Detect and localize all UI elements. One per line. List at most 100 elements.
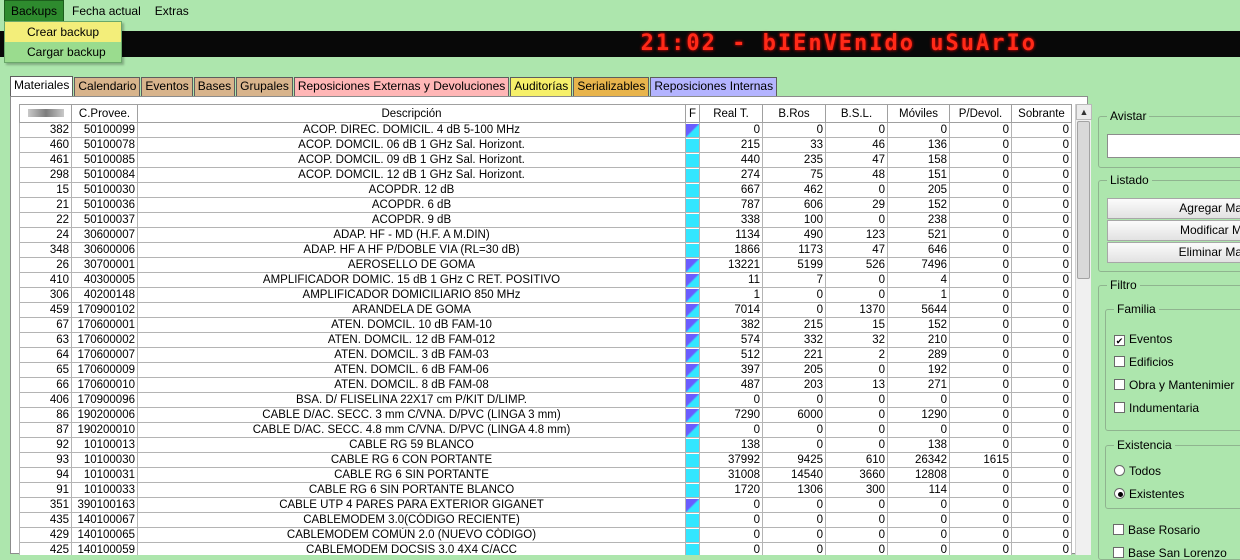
vertical-scrollbar[interactable]: ▲ [1075,104,1092,555]
familia-checkbox[interactable]: Obra y Mantenimier [1114,378,1234,392]
value-cell: 221 [762,347,826,363]
value-cell: 0 [887,497,950,513]
table-row[interactable]: 459 170900102 ARANDELA DE GOMA 7014 0 1370 564… [19,302,1072,318]
table-row[interactable]: 429 140100065 CABLEMODEM COMÚN 2.0 (NUEVO … [19,527,1072,543]
cargar-backup-item[interactable]: Cargar backup [5,42,121,62]
family-color-chip [686,438,699,452]
table-row[interactable]: 351 390100163 CABLE UTP 4 PARES PARA EXTER… [19,497,1072,513]
table-row[interactable]: 24 30600007 ADAP. HF - MD (H.F. A M.DIN) 11… [19,227,1072,243]
scroll-thumb[interactable] [1077,121,1090,279]
description-cell: ATEN. DOMCIL. 3 dB FAM-03 [137,347,686,363]
column-header[interactable]: F [685,104,700,123]
materials-table: C.Provee. Descripción F Real T. B.Ros B.S.L. M… [19,104,1072,555]
value-cell: 0 [1011,377,1072,393]
crear-backup-item[interactable]: Crear backup [5,22,121,42]
tab-serializables[interactable]: Serializables [573,77,650,96]
checkbox-icon[interactable]: ✔ [1114,335,1125,346]
table-row[interactable]: 94 10100031 CABLE RG 6 SIN PORTANTE 31008 14… [19,467,1072,483]
table-row[interactable]: 21 50100036 ACOPDR. 6 dB 787 606 29 152 0 0 [19,197,1072,213]
menu-backups[interactable]: Backups [4,0,65,22]
value-cell: 63 [19,332,72,348]
table-row[interactable]: 91 10100033 CABLE RG 6 SIN PORTANTE BLANCO… [19,482,1072,498]
checkbox-icon[interactable] [1113,547,1124,558]
tab-auditor-as[interactable]: Auditorías [510,77,573,96]
familia-checkbox[interactable]: ✔ Eventos [1114,332,1172,346]
existencia-radio[interactable]: Existentes [1114,487,1184,501]
family-color-chip [686,483,699,497]
sort-column-header[interactable] [19,104,72,123]
tab-reposiciones-externas-y-devoluciones[interactable]: Reposiciones Externas y Devoluciones [293,77,510,96]
value-cell: 0 [699,497,763,513]
eliminar-button[interactable]: Eliminar Ma [1107,242,1240,263]
table-row[interactable]: 86 190200006 CABLE D/AC. SECC. 3 mm C/VNA.… [19,407,1072,423]
table-row[interactable]: 65 170600009 ATEN. DOMCIL. 6 dB FAM-06 397 2… [19,362,1072,378]
agregar-button[interactable]: Agregar Ma [1107,198,1240,219]
radio-icon[interactable] [1114,488,1125,499]
table-row[interactable]: 461 50100085 ACOP. DOMCIL. 09 dB 1 GHz Sal… [19,152,1072,168]
avistar-input[interactable] [1107,134,1240,158]
table-row[interactable]: 63 170600002 ATEN. DOMCIL. 12 dB FAM-012 57… [19,332,1072,348]
table-row[interactable]: 64 170600007 ATEN. DOMCIL. 3 dB FAM-03 512 2… [19,347,1072,363]
value-cell: 48 [825,167,888,183]
checkbox-icon[interactable] [1114,356,1125,367]
table-row[interactable]: 306 40200148 AMPLIFICADOR DOMICILIARIO 850… [19,287,1072,303]
family-color-chip [686,288,699,302]
tab-bases[interactable]: Bases [193,77,236,96]
checkbox-icon[interactable] [1114,379,1125,390]
table-row[interactable]: 87 190200010 CABLE D/AC. SECC. 4.8 mm C/VN… [19,422,1072,438]
tab-grupales[interactable]: Grupales [236,77,293,96]
tab-eventos[interactable]: Eventos [141,77,193,96]
base-checkbox[interactable]: Base San Lorenzo [1113,546,1227,560]
value-cell: 0 [1011,137,1072,153]
table-row[interactable]: 406 170900096 BSA. D/ FLISELINA 22X17 cm P… [19,392,1072,408]
table-row[interactable]: 22 50100037 ACOPDR. 9 dB 338 100 0 238 0 0 [19,212,1072,228]
checkbox-icon[interactable] [1113,524,1124,535]
column-header[interactable]: C.Provee. [71,104,138,123]
familia-checkbox[interactable]: Edificios [1114,355,1174,369]
value-cell: 10100013 [71,437,138,453]
table-row[interactable]: 298 50100084 ACOP. DOMCIL. 12 dB 1 GHz Sal… [19,167,1072,183]
menu-extras[interactable]: Extras [149,1,195,21]
table-row[interactable]: 15 50100030 ACOPDR. 12 dB 667 462 0 205 0 0 [19,182,1072,198]
existencia-radio[interactable]: Todos [1114,464,1161,478]
table-row[interactable]: 382 50100099 ACOP. DIREC. DOMICIL. 4 dB 5-… [19,122,1072,138]
led-banner: 21:02 - bIEnVEnIdo uSuArIo [0,31,1240,57]
menu-fecha-actual[interactable]: Fecha actual [66,1,147,21]
table-row[interactable]: 425 140100059 CABLEMODEM DOCSIS 3.0 4X4 C/… [19,542,1072,555]
value-cell: 0 [887,422,950,438]
value-cell: 238 [887,212,950,228]
value-cell: 5644 [887,302,950,318]
table-row[interactable]: 66 170600010 ATEN. DOMCIL. 8 dB FAM-08 487 2… [19,377,1072,393]
familia-checkbox[interactable]: Indumentaria [1114,401,1199,415]
table-row[interactable]: 92 10100013 CABLE RG 59 BLANCO 138 0 0 138 0 0 [19,437,1072,453]
tab-calendario[interactable]: Calendario [74,77,141,96]
table-row[interactable]: 435 140100067 CABLEMODEM 3.0(CÓDIGO RECIEN… [19,512,1072,528]
value-cell: 0 [949,167,1012,183]
table-row[interactable]: 93 10100030 CABLE RG 6 CON PORTANTE 37992 94… [19,452,1072,468]
column-header[interactable]: Descripción [137,104,686,123]
value-cell: 0 [949,242,1012,258]
value-cell: 0 [1011,347,1072,363]
table-row[interactable]: 410 40300005 AMPLIFICADOR DOMIC. 15 dB 1 G… [19,272,1072,288]
checkbox-icon[interactable] [1114,402,1125,413]
family-color-cell [685,137,700,153]
column-header[interactable]: Sobrante [1011,104,1072,123]
value-cell: 91 [19,482,72,498]
table-row[interactable]: 26 30700001 AEROSELLO DE GOMA 13221 5199 526 7… [19,257,1072,273]
column-header[interactable]: Real T. [699,104,763,123]
table-row[interactable]: 348 30600006 ADAP. HF A HF P/DOBLE VIA (RL… [19,242,1072,258]
column-header[interactable]: P/Devol. [949,104,1012,123]
value-cell: 0 [825,542,888,555]
column-header[interactable]: B.S.L. [825,104,888,123]
scroll-up-arrow-icon[interactable]: ▲ [1076,104,1092,120]
table-row[interactable]: 460 50100078 ACOP. DOMCIL. 06 dB 1 GHz Sal… [19,137,1072,153]
column-header[interactable]: B.Ros [762,104,826,123]
tab-materiales[interactable]: Materiales [10,76,74,97]
modificar-button[interactable]: Modificar M [1107,220,1240,241]
table-row[interactable]: 67 170600001 ATEN. DOMCIL. 10 dB FAM-10 382… [19,317,1072,333]
tab-reposiciones-internas[interactable]: Reposiciones Internas [650,77,778,96]
radio-icon[interactable] [1114,465,1125,476]
column-header[interactable]: Móviles [887,104,950,123]
value-cell: 512 [699,347,763,363]
base-checkbox[interactable]: Base Rosario [1113,523,1200,537]
